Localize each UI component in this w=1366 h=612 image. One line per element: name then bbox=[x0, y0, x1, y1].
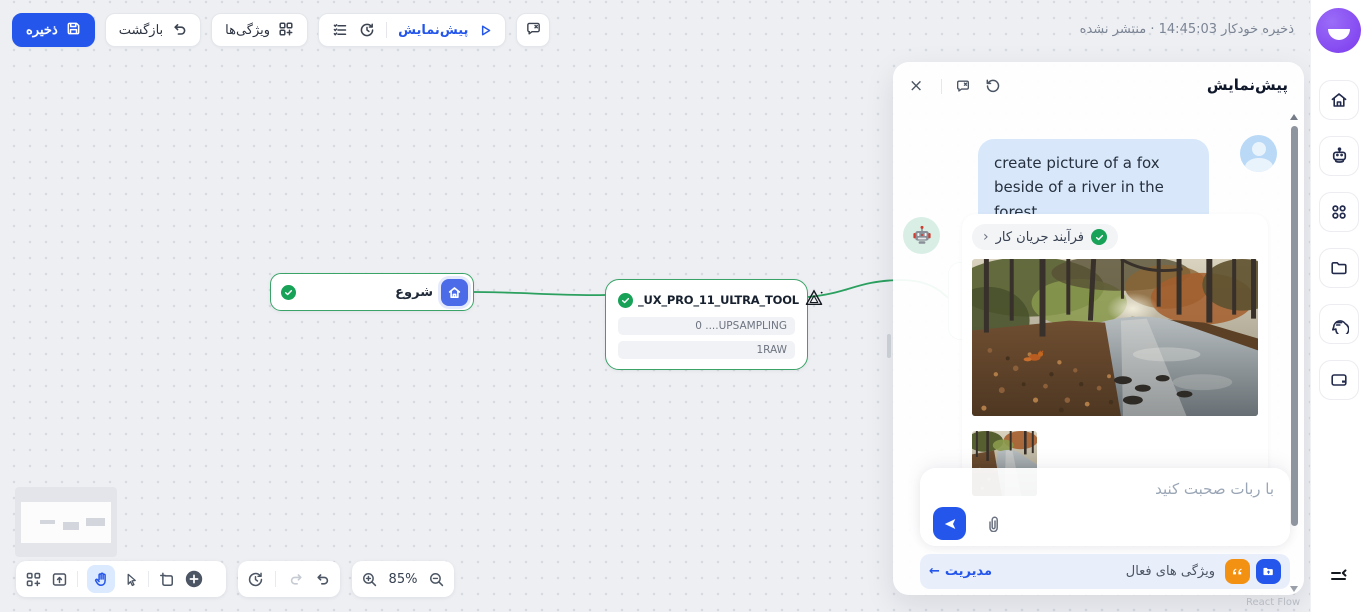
reset-conversation-icon[interactable] bbox=[985, 78, 1001, 98]
folder-icon bbox=[1331, 262, 1347, 275]
add-widget-button[interactable] bbox=[25, 571, 42, 588]
play-icon[interactable] bbox=[479, 24, 492, 37]
fit-view-button[interactable] bbox=[51, 571, 68, 588]
check-circle-icon bbox=[618, 292, 633, 308]
zoom-in-button[interactable] bbox=[361, 571, 378, 588]
scroll-up-arrow[interactable] bbox=[1290, 114, 1298, 120]
close-icon[interactable]: × bbox=[909, 77, 923, 95]
minimap[interactable] bbox=[15, 487, 117, 557]
reactflow-attribution[interactable]: React Flow bbox=[1246, 597, 1300, 608]
generated-image[interactable] bbox=[972, 259, 1258, 416]
panel-scrollbar[interactable] bbox=[1290, 110, 1299, 592]
sidebar-item-home[interactable] bbox=[1319, 80, 1359, 120]
start-node-title: شروع bbox=[395, 284, 433, 300]
robot-icon bbox=[1332, 146, 1346, 163]
autosave-status: ذخیره خودکار 14:45:03 · منتشر نشده bbox=[1079, 22, 1294, 37]
collapse-sidebar-button[interactable] bbox=[1323, 560, 1355, 592]
chat-input-card bbox=[920, 468, 1290, 546]
clear-chat-button[interactable] bbox=[516, 13, 551, 47]
scrollbar-thumb[interactable] bbox=[1291, 126, 1298, 526]
preview-panel: پیش‌نمایش × create picture of a fox besi… bbox=[887, 62, 1304, 595]
run-history-clock-icon[interactable] bbox=[359, 22, 375, 38]
hand-icon bbox=[94, 572, 106, 586]
robot-icon bbox=[912, 225, 931, 244]
add-frame-button[interactable] bbox=[158, 571, 175, 588]
scroll-down-arrow[interactable] bbox=[1290, 586, 1298, 592]
folder-feature-icon[interactable] bbox=[1256, 559, 1281, 584]
flux-triangle-logo-icon bbox=[804, 289, 824, 311]
undo-button[interactable] bbox=[315, 571, 331, 587]
preview-button-label[interactable]: پیش‌نمایش bbox=[398, 23, 468, 38]
zoom-out-button[interactable] bbox=[428, 571, 445, 588]
tool-node[interactable]: _UX_PRO_11_ULTRA_TOOL 0 ....UPSAMPLING 1… bbox=[605, 279, 823, 370]
chevron-left-icon: ‹ bbox=[983, 229, 989, 245]
history-tools-group bbox=[238, 561, 340, 597]
check-circle-icon bbox=[1091, 229, 1108, 245]
home-icon bbox=[1331, 93, 1347, 107]
bot-avatar bbox=[903, 217, 940, 254]
right-sidebar bbox=[1310, 0, 1366, 612]
arrow-left-icon: ← bbox=[929, 564, 940, 579]
home-icon bbox=[441, 278, 468, 306]
sidebar-item-files[interactable] bbox=[1319, 248, 1359, 288]
features-button-label: ویژگی‌ها bbox=[225, 22, 271, 37]
chat-clear-icon[interactable] bbox=[955, 78, 971, 98]
save-floppy-icon bbox=[66, 21, 81, 39]
check-circle-icon bbox=[281, 284, 296, 300]
save-button[interactable]: ذخیره bbox=[12, 13, 95, 47]
sidebar-item-chats[interactable] bbox=[1319, 304, 1359, 344]
manage-link[interactable]: مدیریت ← bbox=[929, 564, 992, 579]
active-features-bar: ویژگی های فعال مدیریت ← bbox=[920, 554, 1290, 589]
panel-resize-handle[interactable] bbox=[887, 334, 891, 358]
user-avatar bbox=[1240, 135, 1277, 172]
zoom-tools-group: 85% bbox=[352, 561, 454, 597]
preview-button-group: پیش‌نمایش bbox=[318, 13, 507, 47]
cursor-icon bbox=[127, 573, 136, 586]
send-button[interactable] bbox=[933, 507, 966, 540]
send-icon bbox=[944, 518, 955, 529]
zoom-level[interactable]: 85% bbox=[389, 572, 418, 587]
app-logo[interactable] bbox=[1316, 8, 1361, 53]
collapse-menu-icon bbox=[1331, 569, 1347, 580]
canvas-tools-group bbox=[16, 561, 226, 597]
sidebar-item-bots[interactable] bbox=[1319, 136, 1359, 176]
workflow-process-chip[interactable]: فرآیند جریان کار ‹ bbox=[972, 224, 1119, 250]
back-button-label: بازگشت bbox=[118, 22, 164, 37]
divider bbox=[941, 79, 942, 94]
back-button[interactable]: بازگشت bbox=[104, 13, 202, 47]
pan-tool-button[interactable] bbox=[87, 565, 115, 593]
active-features-label: ویژگی های فعال bbox=[1125, 564, 1215, 579]
attachment-paperclip-icon[interactable] bbox=[983, 514, 1001, 536]
tool-node-param-row: 0 ....UPSAMPLING bbox=[618, 317, 795, 335]
top-toolbar: ذخیره بازگشت ویژگی‌ها bbox=[12, 13, 551, 47]
redo-button[interactable] bbox=[288, 571, 304, 587]
features-button[interactable]: ویژگی‌ها bbox=[211, 13, 309, 47]
run-checklist-icon[interactable] bbox=[332, 22, 348, 38]
tool-node-title: _UX_PRO_11_ULTRA_TOOL bbox=[638, 293, 799, 307]
chat-clear-icon bbox=[525, 20, 542, 40]
wallet-icon bbox=[1331, 374, 1347, 386]
select-tool-button[interactable] bbox=[124, 572, 139, 587]
add-node-button[interactable] bbox=[184, 569, 204, 589]
undo-arrow-icon bbox=[171, 21, 187, 40]
apps-grid-icon bbox=[1332, 205, 1346, 219]
sidebar-item-apps[interactable] bbox=[1319, 192, 1359, 232]
save-button-label: ذخیره bbox=[26, 22, 58, 37]
chat-input[interactable] bbox=[1004, 480, 1274, 498]
version-history-button[interactable] bbox=[247, 571, 264, 588]
quote-feature-icon[interactable] bbox=[1225, 559, 1250, 584]
panel-title: پیش‌نمایش bbox=[1206, 76, 1288, 94]
sidebar-item-wallet[interactable] bbox=[1319, 360, 1359, 400]
tool-node-param-row: 1RAW bbox=[618, 341, 795, 359]
start-node[interactable]: شروع bbox=[270, 273, 474, 311]
chat-bubble-icon bbox=[1332, 320, 1349, 334]
workflow-chip-label: فرآیند جریان کار bbox=[995, 229, 1085, 245]
add-widget-icon bbox=[278, 21, 294, 40]
manage-link-label: مدیریت bbox=[944, 564, 993, 579]
